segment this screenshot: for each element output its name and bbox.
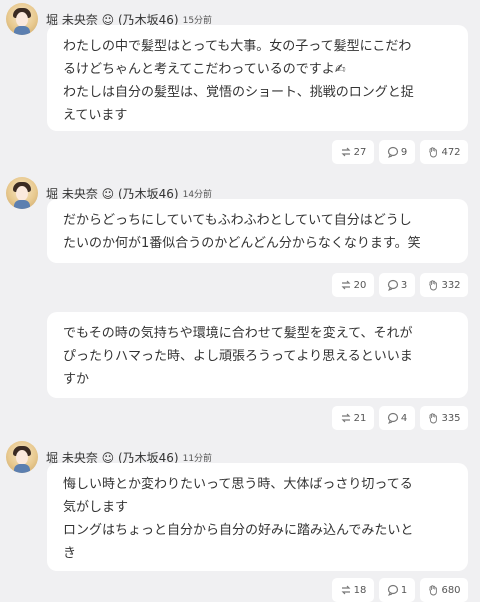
post-line: き [63, 546, 77, 561]
reply-icon [387, 584, 398, 596]
post-time: 11分前 [182, 453, 213, 464]
retweet-icon [341, 413, 351, 423]
post-line: たいのか何が1番似合うのかどんどん分からなくなります。笑 [63, 236, 421, 251]
post-time: 15分前 [182, 15, 213, 26]
post-2-actions: 20 3 332 [332, 273, 468, 297]
like-icon [429, 280, 438, 291]
like-button[interactable]: 472 [420, 140, 468, 164]
retweet-button[interactable]: 20 [332, 273, 374, 297]
like-icon [429, 585, 438, 596]
reply-button[interactable]: 3 [379, 273, 415, 297]
like-count: 472 [441, 146, 461, 158]
post-line: すか [63, 372, 90, 387]
avatar[interactable] [6, 441, 38, 473]
retweet-count: 20 [353, 279, 367, 291]
post-line: るけどちゃんと考えてこだわっているのですよ✍ [63, 62, 346, 77]
retweet-count: 21 [353, 412, 367, 424]
retweet-count: 27 [353, 146, 367, 158]
post-line: わたしは自分の髪型は、覚悟のショート、挑戦のロングと捉 [63, 85, 414, 100]
reply-icon [387, 412, 398, 424]
post-1-actions: 27 9 472 [332, 140, 468, 164]
reply-button[interactable]: 9 [379, 140, 415, 164]
retweet-button[interactable]: 18 [332, 578, 374, 602]
post-line: ぴったりハマった時、よし頑張ろうってより思えるといいま [63, 349, 413, 364]
like-button[interactable]: 332 [420, 273, 468, 297]
reply-button[interactable]: 4 [379, 406, 415, 430]
post-line: 気がします [63, 500, 129, 515]
like-icon [429, 413, 438, 424]
retweet-icon [341, 585, 351, 595]
reply-icon [387, 146, 398, 158]
post-4-bubble: 悔しい時とか変わりたいって思う時、大体ばっさり切ってる 気がします ロングはちょ… [47, 463, 468, 571]
reply-count: 3 [400, 279, 408, 291]
post-3-bubble: でもその時の気持ちや環境に合わせて髪型を変えて、それが ぴったりハマった時、よし… [47, 312, 468, 398]
retweet-button[interactable]: 21 [332, 406, 374, 430]
post-line: えています [63, 108, 128, 123]
like-count: 332 [441, 279, 461, 291]
post-line: でもその時の気持ちや環境に合わせて髪型を変えて、それが [63, 326, 413, 341]
reply-icon [387, 279, 398, 291]
post-3-actions: 21 4 335 [332, 406, 468, 430]
avatar[interactable] [6, 3, 38, 35]
reply-count: 1 [400, 584, 408, 596]
reply-button[interactable]: 1 [379, 578, 415, 602]
post-time: 14分前 [182, 189, 213, 200]
avatar[interactable] [6, 177, 38, 209]
post-line: 悔しい時とか変わりたいって思う時、大体ばっさり切ってる [63, 477, 413, 492]
like-button[interactable]: 680 [420, 578, 468, 602]
like-count: 680 [441, 584, 461, 596]
post-4-actions: 18 1 680 [332, 578, 468, 602]
like-button[interactable]: 335 [420, 406, 468, 430]
post-line: だからどっちにしていてもふわふわとしていて自分はどうし [63, 213, 412, 228]
retweet-count: 18 [353, 584, 367, 596]
retweet-icon [341, 147, 351, 157]
like-count: 335 [441, 412, 461, 424]
post-line: わたしの中で髪型はとっても大事。女の子って髪型にこだわ [63, 39, 412, 54]
retweet-icon [341, 280, 351, 290]
reply-count: 4 [400, 412, 408, 424]
reply-count: 9 [400, 146, 408, 158]
post-2-bubble: だからどっちにしていてもふわふわとしていて自分はどうし たいのか何が1番似合うの… [47, 199, 468, 263]
retweet-button[interactable]: 27 [332, 140, 374, 164]
post-line: ロングはちょっと自分から自分の好みに踏み込んでみたいと [63, 523, 414, 538]
post-1-bubble: わたしの中で髪型はとっても大事。女の子って髪型にこだわ るけどちゃんと考えてこだ… [47, 25, 468, 131]
like-icon [429, 147, 438, 158]
